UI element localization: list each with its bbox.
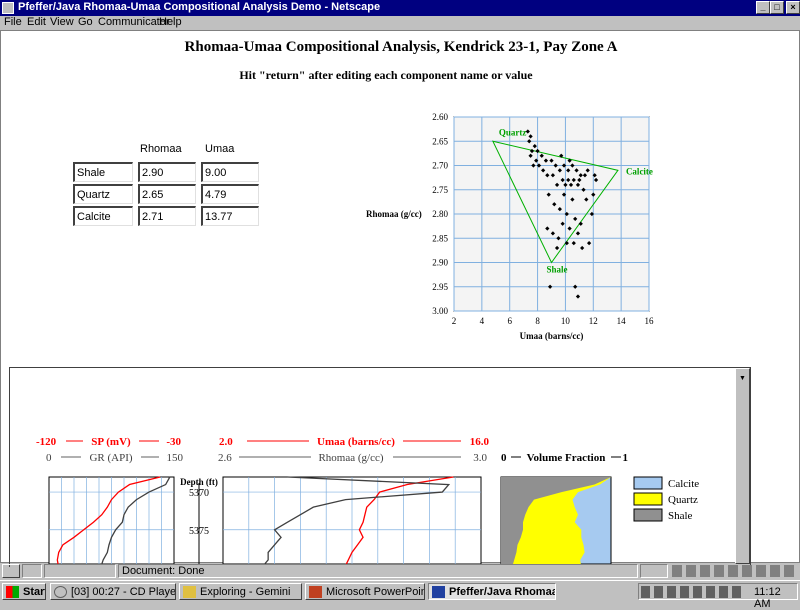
start-button[interactable]: Start	[2, 583, 46, 600]
rhomaa-column-header: Rhomaa	[140, 143, 182, 155]
x-tick-label: 12	[589, 316, 598, 326]
rhomaa-umaa-crossplot: 2 4 6 8 10 12 14 16 2.60 2.65 2.70 2.75 2.80 2.85 2.90…	[366, 112, 655, 341]
y-tick-label: 2.85	[432, 233, 448, 243]
x-axis-label: Umaa (barns/cc)	[520, 331, 584, 341]
y-tick-label: 2.60	[432, 112, 448, 122]
legend-label-quartz: Quartz	[668, 494, 698, 506]
menu-go[interactable]: Go	[78, 16, 93, 28]
log-panel-scrollbar[interactable]: ▼	[735, 368, 750, 564]
depth-axis-label: Depth (ft)	[180, 477, 218, 487]
task-exploring[interactable]: Exploring - Gemini	[179, 583, 302, 600]
calcite-name-field[interactable]: Calcite	[73, 206, 133, 226]
calcite-rhomaa-field[interactable]: 2.71	[138, 206, 196, 226]
endmember-label-shale: Shale	[547, 265, 568, 275]
task-cd-player[interactable]: [03] 00:27 - CD Player	[50, 583, 176, 600]
sp-min-label: -120	[36, 436, 57, 448]
endmember-label-calcite: Calcite	[626, 166, 653, 176]
scroll-down-icon[interactable]: ▼	[739, 375, 746, 382]
status-lock-slot	[640, 564, 668, 578]
y-tick-label: 2.80	[432, 209, 448, 219]
maximize-button[interactable]: □	[770, 1, 784, 14]
taskbar: Start [03] 00:27 - CD Player Exploring -…	[0, 580, 800, 610]
quartz-umaa-field[interactable]: 4.79	[201, 184, 259, 204]
powerpoint-icon	[309, 586, 322, 598]
x-tick-label: 4	[480, 316, 485, 326]
y-tick-label: 2.70	[432, 161, 448, 171]
umaa-min-label: 2.0	[219, 436, 233, 448]
calcite-umaa-field[interactable]: 13.77	[201, 206, 259, 226]
x-tick-label: 10	[561, 316, 571, 326]
rhomaa-label: Rhomaa (g/cc)	[318, 452, 383, 464]
minimize-button[interactable]: _	[756, 1, 770, 14]
legend-swatch-shale	[633, 508, 663, 522]
menu-file[interactable]: File	[4, 16, 22, 28]
close-button[interactable]: ×	[786, 1, 800, 14]
legend-label-shale: Shale	[668, 510, 693, 522]
menu-help[interactable]: Help	[159, 16, 182, 28]
x-tick-label: 16	[645, 316, 655, 326]
umaa-max-label: 16.0	[470, 436, 490, 448]
sp-label: SP (mV)	[91, 436, 131, 448]
tray-icons[interactable]	[641, 586, 741, 598]
task-powerpoint[interactable]: Microsoft PowerPoint - [02...	[305, 583, 425, 600]
menu-view[interactable]: View	[50, 16, 74, 28]
legend-label-calcite: Calcite	[668, 478, 699, 490]
shale-umaa-field[interactable]: 9.00	[201, 162, 259, 182]
gr-max-label: 150	[167, 452, 184, 464]
cd-player-icon	[54, 586, 67, 598]
y-tick-label: 2.75	[432, 185, 448, 195]
system-tray: 11:12 AM	[638, 583, 798, 610]
netscape-icon	[2, 2, 14, 14]
status-bar: Document: Done	[0, 563, 800, 579]
window-title: Pfeffer/Java Rhomaa-Umaa Compositional A…	[18, 1, 381, 13]
security-icon[interactable]	[2, 564, 20, 578]
y-axis-label: Rhomaa (g/cc)	[366, 209, 422, 219]
y-tick-label: 2.90	[432, 258, 448, 268]
clock: 11:12 AM	[754, 586, 781, 610]
endmember-label-quartz: Quartz	[499, 127, 527, 137]
umaa-column-header: Umaa	[205, 143, 235, 155]
window-title-bar[interactable]: Pfeffer/Java Rhomaa-Umaa Compositional A…	[0, 0, 800, 16]
windows-logo-icon	[6, 586, 19, 598]
status-text: Document: Done	[118, 564, 638, 578]
connection-icon	[22, 564, 42, 578]
menu-edit[interactable]: Edit	[27, 16, 46, 28]
menu-bar: File Edit View Go Communicator Help	[0, 16, 800, 30]
shale-rhomaa-field[interactable]: 2.90	[138, 162, 196, 182]
gr-min-label: 0	[46, 452, 52, 464]
folder-icon	[183, 586, 196, 598]
gr-label: GR (API)	[89, 452, 132, 464]
x-tick-label: 2	[452, 316, 457, 326]
vf-label: Volume Fraction	[527, 452, 606, 464]
y-tick-label: 3.00	[432, 306, 448, 316]
y-tick-label: 2.95	[432, 282, 448, 292]
instruction-text: Hit "return" after editing each componen…	[239, 68, 533, 82]
y-tick-label: 2.65	[432, 136, 448, 146]
well-log-tracks: -120 SP (mV) -30 0 GR (API) 150 2.0 Umaa (barns…	[36, 436, 699, 564]
legend-swatch-calcite	[633, 476, 663, 490]
page-heading: Rhomaa-Umaa Compositional Analysis, Kend…	[184, 39, 618, 55]
rhomaa-max-label: 3.0	[473, 452, 487, 464]
sp-max-label: -30	[166, 436, 181, 448]
shale-name-field[interactable]: Shale	[73, 162, 133, 182]
legend-swatch-quartz	[633, 492, 663, 506]
task-netscape-active[interactable]: Pfeffer/Java Rhomaa...	[428, 583, 556, 600]
x-tick-label: 6	[507, 316, 512, 326]
rhomaa-min-label: 2.6	[218, 452, 232, 464]
vf-max-label: 1	[623, 452, 629, 464]
component-bar-icons[interactable]	[672, 565, 794, 577]
browser-content: Rhomaa-Umaa Compositional Analysis, Kend…	[0, 30, 800, 567]
x-tick-label: 14	[617, 316, 627, 326]
quartz-name-field[interactable]: Quartz	[73, 184, 133, 204]
progress-meter	[44, 564, 116, 578]
netscape-icon	[432, 586, 445, 598]
x-tick-label: 8	[535, 316, 540, 326]
quartz-rhomaa-field[interactable]: 2.65	[138, 184, 196, 204]
vf-min-label: 0	[501, 452, 507, 464]
umaa-label: Umaa (barns/cc)	[317, 436, 395, 448]
